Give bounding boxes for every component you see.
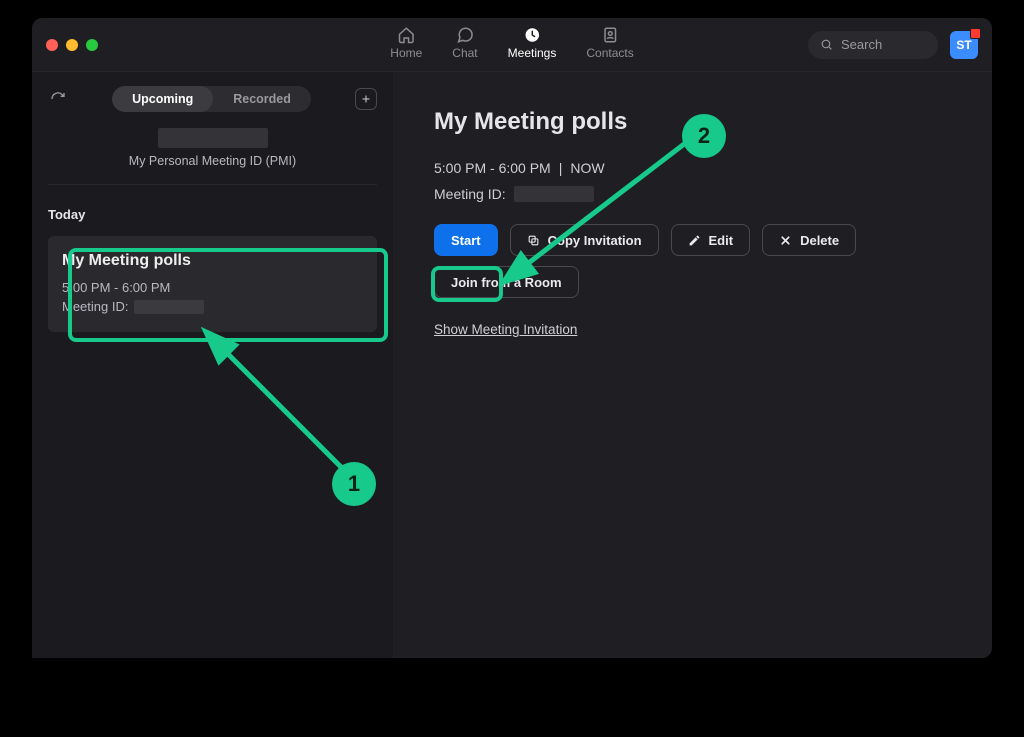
nav-home-label: Home [390, 46, 422, 60]
plus-icon [360, 93, 372, 105]
avatar[interactable]: ST [950, 31, 978, 59]
meeting-card-wrapper: My Meeting polls 5:00 PM - 6:00 PM Meeti… [48, 236, 377, 332]
sidebar: Upcoming Recorded My Personal Meeting ID… [32, 72, 394, 658]
delete-button[interactable]: Delete [762, 224, 856, 256]
meeting-card-id-row: Meeting ID: [62, 299, 363, 314]
pmi-label: My Personal Meeting ID (PMI) [48, 154, 377, 168]
add-meeting-button[interactable] [355, 88, 377, 110]
contacts-icon [601, 26, 619, 44]
close-window-button[interactable] [46, 39, 58, 51]
edit-label: Edit [709, 233, 734, 248]
meeting-time: 5:00 PM - 6:00 PM [434, 160, 551, 176]
meeting-title: My Meeting polls [434, 108, 952, 136]
home-icon [397, 26, 415, 44]
x-icon [779, 234, 792, 247]
avatar-initials: ST [956, 38, 971, 52]
edit-button[interactable]: Edit [671, 224, 751, 256]
today-heading: Today [48, 195, 377, 226]
delete-label: Delete [800, 233, 839, 248]
copy-invitation-button[interactable]: Copy Invitation [510, 224, 659, 256]
chat-icon [456, 26, 474, 44]
tab-recorded[interactable]: Recorded [213, 86, 311, 112]
action-button-row-2: Join from a Room [434, 266, 952, 298]
pmi-block[interactable]: My Personal Meeting ID (PMI) [48, 122, 377, 185]
main-pane: My Meeting polls 5:00 PM - 6:00 PM | NOW… [394, 72, 992, 658]
meeting-card-time: 5:00 PM - 6:00 PM [62, 280, 363, 295]
meeting-card-id-redacted [134, 300, 204, 314]
action-button-row: Start Copy Invitation Edit Delete [434, 224, 952, 256]
window-body: Upcoming Recorded My Personal Meeting ID… [32, 72, 992, 658]
nav-chat-label: Chat [452, 46, 477, 60]
search-icon [820, 38, 833, 51]
nav-contacts[interactable]: Contacts [586, 24, 633, 60]
now-badge: NOW [570, 160, 604, 176]
maximize-window-button[interactable] [86, 39, 98, 51]
tab-upcoming[interactable]: Upcoming [112, 86, 213, 112]
nav-contacts-label: Contacts [586, 46, 633, 60]
join-from-room-button[interactable]: Join from a Room [434, 266, 579, 298]
search-input[interactable]: Search [808, 31, 938, 59]
refresh-icon [50, 91, 66, 107]
start-button[interactable]: Start [434, 224, 498, 256]
minimize-window-button[interactable] [66, 39, 78, 51]
clock-icon [523, 26, 541, 44]
meeting-card[interactable]: My Meeting polls 5:00 PM - 6:00 PM Meeti… [48, 236, 377, 332]
show-meeting-invitation-link[interactable]: Show Meeting Invitation [434, 322, 952, 337]
window-controls [32, 39, 98, 51]
top-nav: Home Chat Meetings Contacts [390, 18, 633, 72]
meeting-card-title: My Meeting polls [62, 252, 363, 270]
meeting-card-id-label: Meeting ID: [62, 299, 128, 314]
meeting-time-row: 5:00 PM - 6:00 PM | NOW [434, 160, 952, 176]
nav-meetings-label: Meetings [508, 46, 557, 60]
refresh-button[interactable] [48, 91, 68, 107]
nav-meetings[interactable]: Meetings [508, 24, 557, 60]
app-window: Home Chat Meetings Contacts Search ST [32, 18, 992, 658]
titlebar-right: Search ST [808, 31, 992, 59]
titlebar: Home Chat Meetings Contacts Search ST [32, 18, 992, 72]
meeting-id-row: Meeting ID: [434, 186, 952, 202]
copy-icon [527, 234, 540, 247]
separator: | [559, 160, 563, 176]
meeting-id-redacted [514, 186, 594, 202]
nav-chat[interactable]: Chat [452, 24, 477, 60]
pencil-icon [688, 234, 701, 247]
nav-home[interactable]: Home [390, 24, 422, 60]
pmi-number-redacted [158, 128, 268, 148]
sidebar-top-row: Upcoming Recorded [48, 86, 377, 112]
sidebar-segmented-control: Upcoming Recorded [112, 86, 311, 112]
copy-invitation-label: Copy Invitation [548, 233, 642, 248]
search-placeholder: Search [841, 37, 882, 52]
meeting-id-label: Meeting ID: [434, 186, 506, 202]
